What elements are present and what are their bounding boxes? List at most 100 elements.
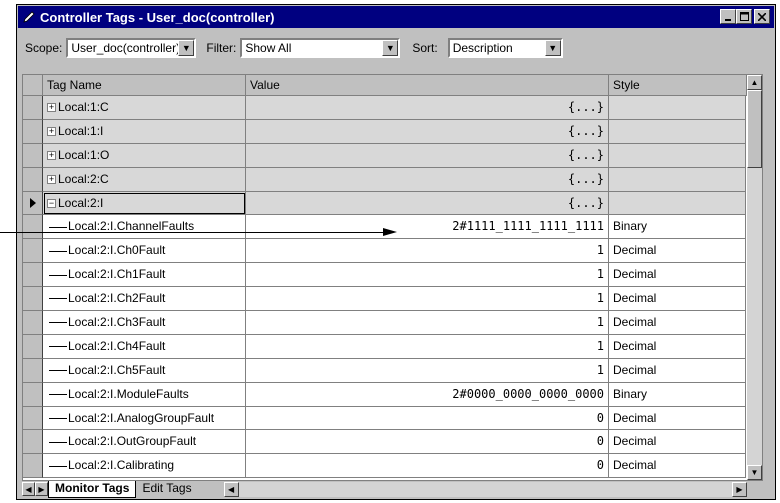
scroll-left-button[interactable]: ◀ [223, 481, 239, 497]
horizontal-scrollbar[interactable]: ◀ ▶ [223, 481, 747, 497]
table-row[interactable]: Local:2:I.Ch2Fault 1 Decimal [23, 287, 762, 312]
tag-name-cell[interactable]: Local:2:I.Ch0Fault [43, 239, 246, 264]
filter-dropdown[interactable]: Show All ▼ [240, 38, 401, 58]
table-row[interactable]: − Local:2:I {...} [23, 191, 762, 216]
table-row[interactable]: Local:2:I.ModuleFaults 2#0000_0000_0000_0… [23, 382, 762, 407]
style-cell[interactable]: Decimal [609, 430, 746, 455]
table-row[interactable]: Local:2:I.Ch1Fault 1 Decimal [23, 263, 762, 288]
style-cell[interactable]: Decimal [609, 311, 746, 335]
expand-icon[interactable]: + [47, 103, 56, 113]
maximize-button[interactable] [736, 9, 752, 24]
tag-name-cell[interactable]: Local:2:I.Ch1Fault [43, 263, 246, 288]
table-row[interactable]: Local:2:I.Ch4Fault 1 Decimal [23, 334, 762, 359]
tag-name-cell[interactable]: Local:2:I.Calibrating [43, 454, 246, 479]
style-cell[interactable] [609, 143, 746, 168]
expand-icon[interactable]: + [47, 175, 56, 184]
style-cell[interactable]: Decimal [609, 454, 746, 479]
vertical-scrollbar[interactable]: ▲ ▼ [747, 75, 762, 480]
style-cell[interactable]: Binary [609, 215, 746, 240]
table-row[interactable]: Local:2:I.Ch0Fault 1 Decimal [23, 239, 762, 264]
column-header-value[interactable]: Value [246, 75, 609, 96]
dropdown-arrow-icon[interactable]: ▼ [544, 40, 561, 56]
close-button[interactable] [754, 9, 770, 24]
row-selector[interactable] [23, 215, 43, 240]
style-cell[interactable]: Binary [609, 382, 746, 407]
row-selector[interactable] [23, 334, 43, 359]
row-selector[interactable] [23, 119, 43, 144]
tab-monitor-tags[interactable]: Monitor Tags [48, 480, 137, 498]
tag-name-cell[interactable]: Local:2:I.OutGroupFault [43, 430, 246, 455]
value-cell[interactable]: 0 [246, 406, 609, 431]
tag-name-cell[interactable]: Local:2:I.ModuleFaults [43, 382, 246, 407]
value-cell[interactable]: 2#0000_0000_0000_0000 [246, 382, 609, 407]
expand-icon[interactable]: + [47, 127, 56, 137]
tag-name-cell[interactable]: Local:2:I.AnalogGroupFault [43, 406, 246, 431]
table-row[interactable]: Local:2:I.AnalogGroupFault 0 Decimal [23, 406, 762, 431]
sort-dropdown[interactable]: Description ▼ [447, 38, 563, 58]
row-selector[interactable] [23, 287, 43, 312]
row-selector[interactable] [23, 382, 43, 407]
dropdown-arrow-icon[interactable]: ▼ [178, 40, 195, 56]
table-row[interactable]: + Local:1:C {...} [23, 96, 762, 120]
row-selector[interactable] [23, 96, 43, 120]
value-cell[interactable]: 0 [246, 454, 609, 479]
style-cell[interactable]: Decimal [609, 358, 746, 383]
row-selector[interactable] [23, 358, 43, 383]
value-cell[interactable]: 1 [246, 311, 609, 335]
value-cell[interactable]: {...} [246, 191, 609, 216]
value-cell[interactable]: 1 [246, 263, 609, 288]
tab-edit-tags[interactable]: Edit Tags [136, 481, 197, 497]
column-header-style[interactable]: Style [609, 75, 747, 96]
resize-grip-icon[interactable] [747, 482, 761, 496]
value-cell[interactable]: 1 [246, 358, 609, 383]
tag-name-cell[interactable]: + Local:1:I [43, 119, 246, 144]
value-cell[interactable]: {...} [246, 167, 609, 192]
style-cell[interactable]: Decimal [609, 239, 746, 264]
value-cell[interactable]: 0 [246, 430, 609, 455]
table-row[interactable]: + Local:1:I {...} [23, 119, 762, 144]
style-cell[interactable] [609, 119, 746, 144]
table-row[interactable]: Local:2:I.Ch5Fault 1 Decimal [23, 358, 762, 383]
row-selector[interactable] [23, 263, 43, 288]
value-cell[interactable]: {...} [246, 143, 609, 168]
scroll-up-button[interactable]: ▲ [747, 75, 762, 90]
row-selector[interactable] [23, 167, 43, 192]
scroll-down-button[interactable]: ▼ [747, 465, 762, 480]
style-cell[interactable] [609, 191, 746, 216]
value-cell[interactable]: 1 [246, 239, 609, 264]
tag-name-cell[interactable]: Local:2:I.Ch3Fault [43, 311, 246, 335]
style-cell[interactable]: Decimal [609, 263, 746, 288]
scope-dropdown[interactable]: User_doc(controller) ▼ [66, 38, 197, 58]
column-header-tag-name[interactable]: Tag Name [43, 75, 246, 96]
tag-name-cell[interactable]: Local:2:I.Ch4Fault [43, 334, 246, 359]
row-selector[interactable] [23, 239, 43, 264]
table-row[interactable]: + Local:2:C {...} [23, 167, 762, 192]
style-cell[interactable] [609, 96, 746, 120]
minimize-button[interactable] [720, 9, 736, 24]
tab-scroll-right-button[interactable]: ▶ [35, 482, 48, 496]
value-cell[interactable]: 1 [246, 287, 609, 312]
tag-name-cell[interactable]: Local:2:I.Ch5Fault [43, 358, 246, 383]
expand-icon[interactable]: + [47, 151, 56, 161]
row-selector[interactable] [23, 454, 43, 479]
tag-name-cell[interactable]: + Local:2:C [43, 167, 246, 192]
row-selector[interactable] [23, 430, 43, 455]
dropdown-arrow-icon[interactable]: ▼ [382, 40, 399, 56]
table-row[interactable]: + Local:1:O {...} [23, 143, 762, 168]
style-cell[interactable]: Decimal [609, 287, 746, 312]
row-selector[interactable] [23, 406, 43, 431]
scroll-right-button[interactable]: ▶ [732, 481, 747, 497]
style-cell[interactable]: Decimal [609, 334, 746, 359]
style-cell[interactable] [609, 167, 746, 192]
value-cell[interactable]: {...} [246, 96, 609, 120]
scroll-thumb[interactable] [747, 90, 762, 168]
tag-name-cell[interactable]: + Local:1:C [43, 96, 246, 120]
tag-name-cell[interactable]: Local:2:I.ChannelFaults [43, 215, 246, 240]
value-cell[interactable]: 1 [246, 334, 609, 359]
tag-name-cell[interactable]: + Local:1:O [43, 143, 246, 168]
table-row[interactable]: Local:2:I.Calibrating 0 Decimal [23, 454, 762, 479]
tab-scroll-left-button[interactable]: ◀ [22, 482, 35, 496]
title-bar[interactable]: Controller Tags - User_doc(controller) [18, 6, 774, 28]
tag-name-cell[interactable]: − Local:2:I [43, 191, 246, 216]
row-selector[interactable] [23, 143, 43, 168]
